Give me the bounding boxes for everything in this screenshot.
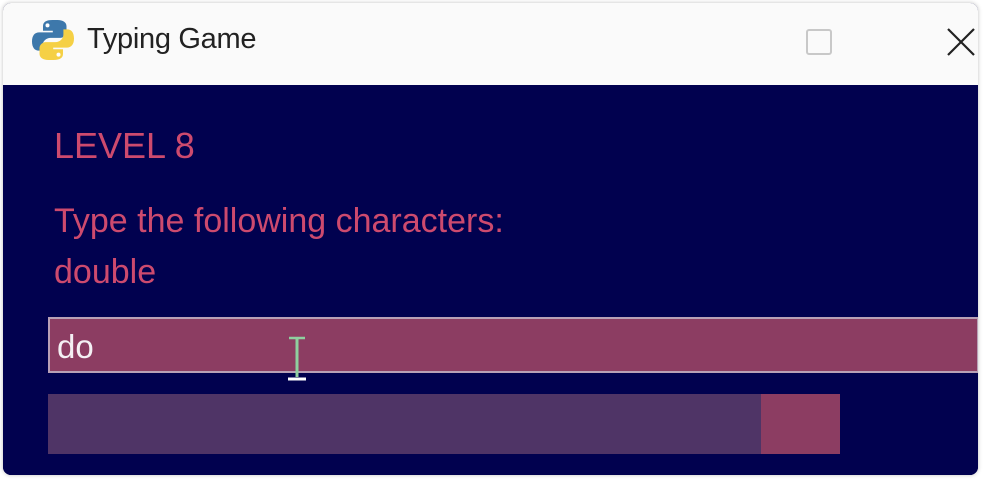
- close-icon: [947, 28, 975, 56]
- game-area: LEVEL 8 Type the following characters: d…: [3, 85, 978, 475]
- typing-input[interactable]: do: [48, 317, 978, 373]
- instruction-text: Type the following characters:: [54, 202, 504, 240]
- timer-bar: [48, 394, 840, 454]
- maximize-button[interactable]: [789, 17, 849, 67]
- minimize-button[interactable]: [657, 17, 717, 67]
- target-word: double: [54, 253, 157, 291]
- timer-bar-fill: [48, 394, 761, 454]
- maximize-icon: [806, 29, 832, 55]
- app-window: Typing Game LEVEL 8 Type the following c…: [3, 3, 978, 475]
- close-button[interactable]: [931, 17, 978, 67]
- minimize-icon: [674, 41, 700, 43]
- text-cursor-icon: [288, 336, 306, 381]
- title-bar[interactable]: Typing Game: [3, 3, 978, 85]
- level-label: LEVEL 8: [54, 125, 195, 166]
- window-title: Typing Game: [87, 23, 257, 55]
- typing-input-value: do: [57, 328, 94, 365]
- python-icon: [32, 20, 74, 60]
